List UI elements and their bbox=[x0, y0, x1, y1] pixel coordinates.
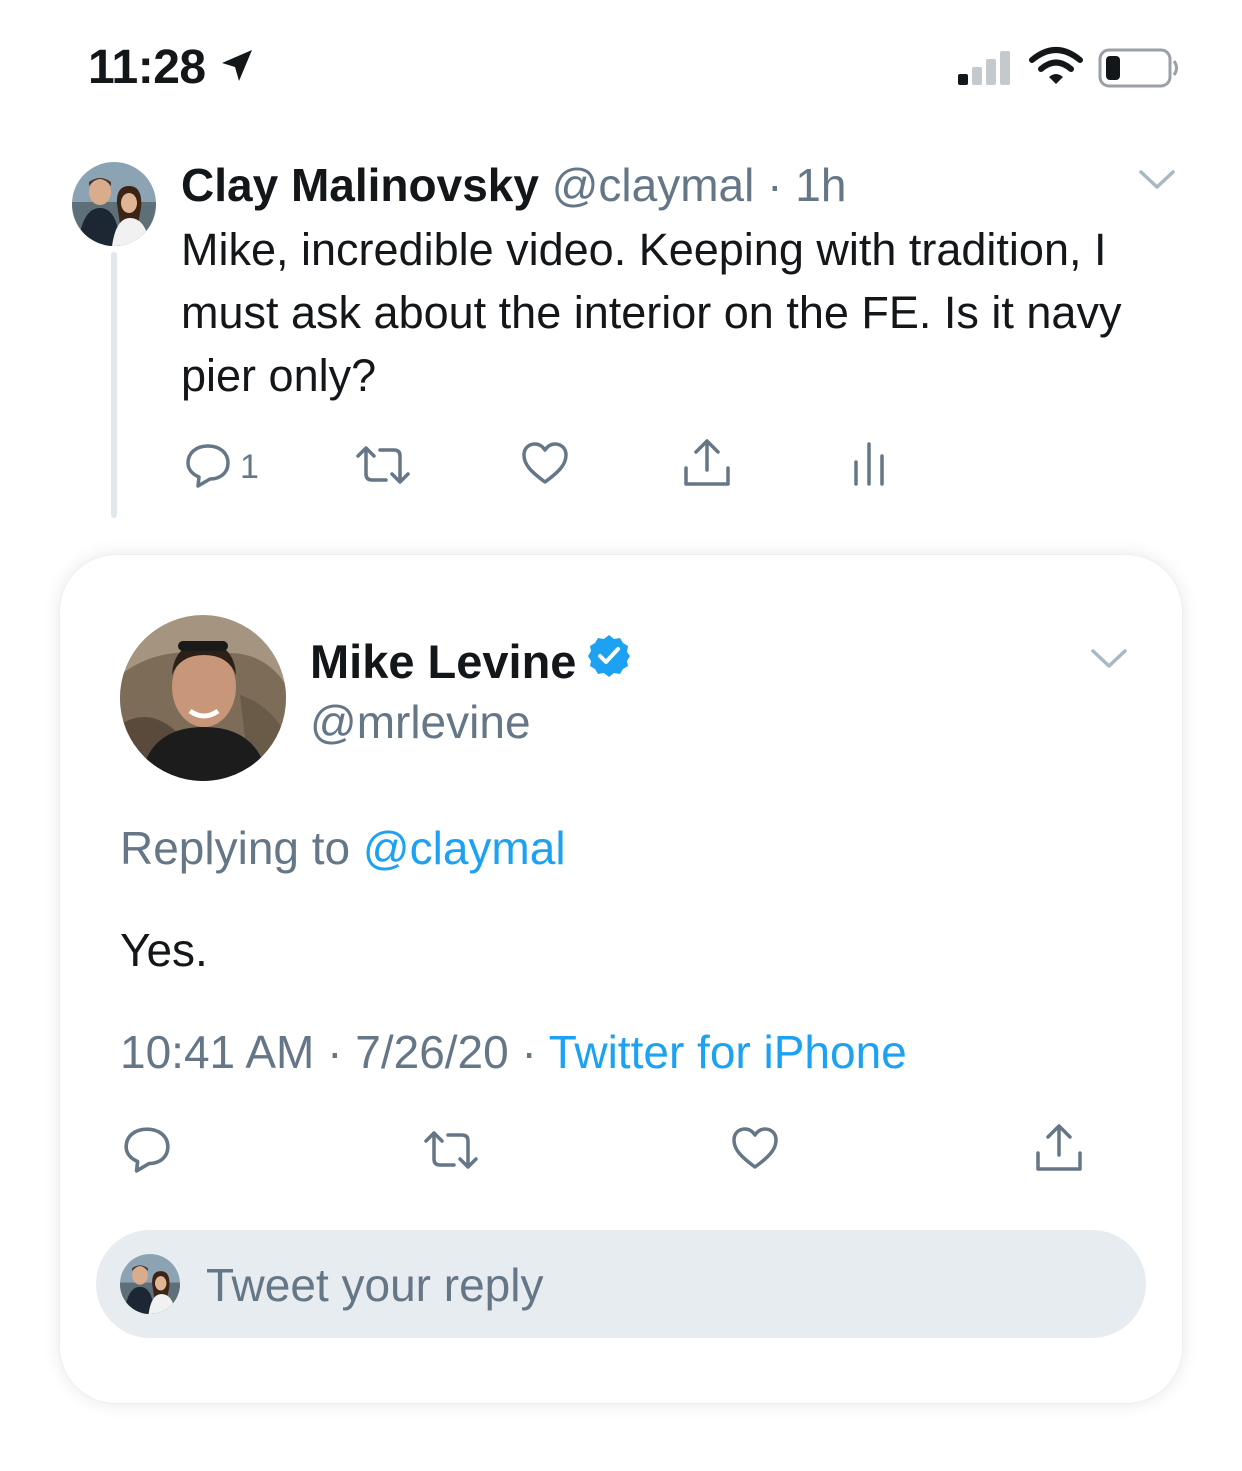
reply-composer[interactable]: Tweet your reply bbox=[96, 1230, 1146, 1338]
reply-icon bbox=[122, 1125, 172, 1178]
share-button[interactable] bbox=[682, 438, 732, 493]
avatar bbox=[120, 1254, 180, 1314]
verified-badge-icon bbox=[586, 633, 632, 690]
focused-tweet-card: Mike Levine @mrlevine Replying to @claym… bbox=[60, 555, 1182, 1403]
chevron-down-icon[interactable] bbox=[1090, 647, 1128, 676]
reply-count: 1 bbox=[240, 448, 259, 486]
avatar[interactable] bbox=[72, 162, 156, 246]
replying-mention-link[interactable]: @claymal bbox=[363, 822, 566, 874]
share-icon bbox=[682, 438, 732, 493]
tweet-meta: 10:41 AM · 7/26/20 · Twitter for iPhone bbox=[120, 1025, 907, 1079]
separator-dot: · bbox=[521, 1026, 537, 1078]
author-handle[interactable]: @claymal bbox=[552, 159, 755, 211]
replying-to: Replying to @claymal bbox=[120, 821, 566, 875]
cellular-signal-icon bbox=[956, 50, 1016, 91]
reply-button[interactable]: 1 bbox=[184, 442, 259, 493]
share-button[interactable] bbox=[1034, 1123, 1084, 1178]
status-bar: 11:28 bbox=[0, 0, 1242, 130]
parent-tweet-header: Clay Malinovsky @claymal · 1h bbox=[181, 158, 846, 212]
thread-line bbox=[111, 252, 117, 518]
tweet-source-link[interactable]: Twitter for iPhone bbox=[549, 1026, 907, 1078]
parent-tweet-text: Mike, incredible video. Keeping with tra… bbox=[181, 224, 1122, 401]
chevron-down-icon[interactable] bbox=[1138, 168, 1176, 197]
tweet-date: 7/26/20 bbox=[355, 1026, 509, 1078]
retweet-icon bbox=[354, 444, 412, 491]
tweet-time: 10:41 AM bbox=[120, 1026, 315, 1078]
heart-icon bbox=[520, 440, 570, 491]
status-time: 11:28 bbox=[88, 41, 206, 94]
like-button[interactable] bbox=[730, 1125, 780, 1176]
heart-icon bbox=[730, 1125, 780, 1176]
analytics-button[interactable] bbox=[852, 440, 886, 491]
wifi-icon bbox=[1028, 46, 1084, 91]
reply-input-placeholder[interactable]: Tweet your reply bbox=[206, 1258, 543, 1312]
retweet-button[interactable] bbox=[422, 1129, 480, 1176]
avatar[interactable] bbox=[120, 615, 286, 781]
battery-icon bbox=[1098, 48, 1180, 93]
tweet-text: Yes. bbox=[120, 924, 208, 976]
retweet-icon bbox=[422, 1129, 480, 1176]
author-name[interactable]: Clay Malinovsky bbox=[181, 159, 539, 211]
author-handle[interactable]: @mrlevine bbox=[310, 695, 531, 749]
retweet-button[interactable] bbox=[354, 444, 412, 491]
reply-button[interactable] bbox=[122, 1125, 172, 1178]
author-name-row: Mike Levine bbox=[310, 633, 632, 690]
share-icon bbox=[1034, 1123, 1084, 1178]
location-arrow-icon bbox=[218, 48, 254, 89]
like-button[interactable] bbox=[520, 440, 570, 491]
separator-dot: · bbox=[767, 159, 783, 211]
analytics-icon bbox=[852, 440, 886, 491]
author-name[interactable]: Mike Levine bbox=[310, 634, 576, 689]
tweet-time: 1h bbox=[795, 159, 847, 211]
separator-dot: · bbox=[327, 1026, 343, 1078]
replying-prefix: Replying to bbox=[120, 822, 351, 874]
reply-icon bbox=[184, 442, 232, 493]
